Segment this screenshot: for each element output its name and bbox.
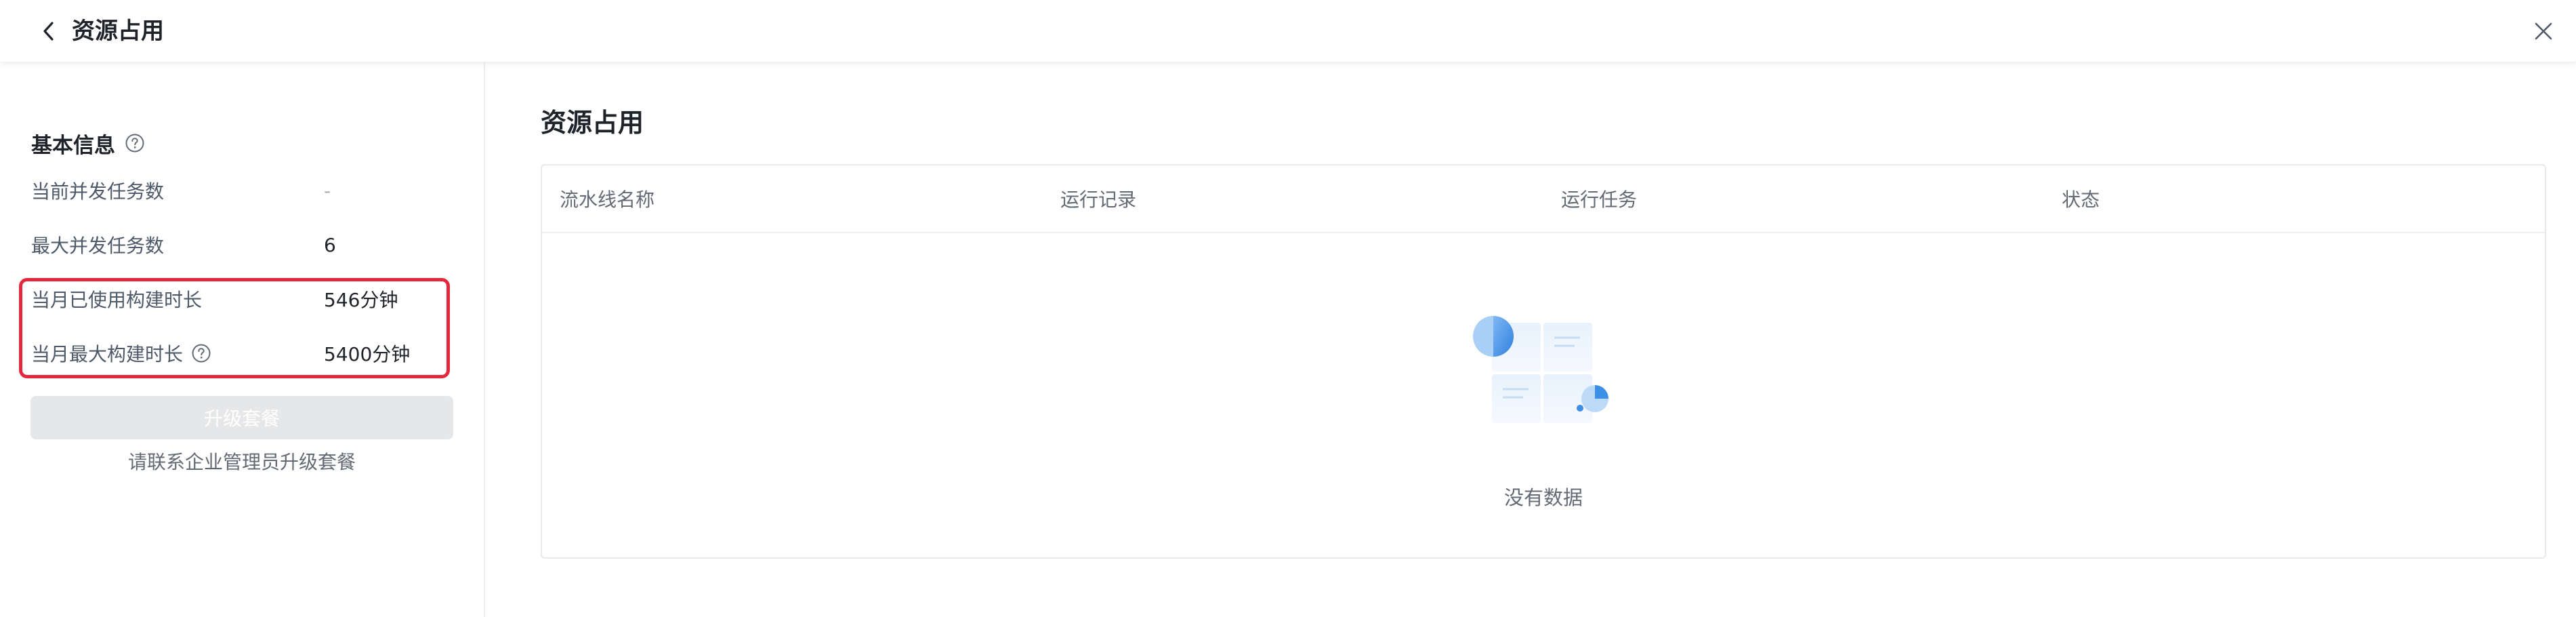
info-value: - <box>324 179 331 202</box>
highlight-box <box>19 278 450 378</box>
resource-table: 流水线名称 运行记录 运行任务 状态 没有数据 <box>541 164 2546 559</box>
close-button[interactable] <box>2530 18 2557 45</box>
empty-data-illustration <box>1473 316 1608 423</box>
page-header: 资源占用 <box>0 0 2576 62</box>
info-label: 当前并发任务数 <box>31 180 165 203</box>
main-title: 资源占用 <box>541 108 644 138</box>
info-row-max-concurrency: 最大并发任务数 6 <box>31 228 465 262</box>
column-header-run-records: 运行记录 <box>1060 188 1137 211</box>
header-title: 资源占用 <box>72 18 164 45</box>
upgrade-plan-button[interactable]: 升级套餐 <box>30 396 453 439</box>
info-label: 最大并发任务数 <box>31 235 165 257</box>
basic-info-panel: 基本信息 当前并发任务数 - 最大并发任务数 6 当月已使用构建时长 546分钟… <box>0 62 485 617</box>
info-row-current-concurrency: 当前并发任务数 - <box>31 174 465 207</box>
column-header-run-tasks: 运行任务 <box>1561 188 1638 211</box>
question-circle-icon[interactable] <box>125 133 145 153</box>
chevron-left-icon <box>43 22 54 41</box>
contact-admin-note: 请联系企业管理员升级套餐 <box>127 451 356 473</box>
column-header-status: 状态 <box>2062 188 2100 211</box>
column-header-pipeline-name: 流水线名称 <box>560 188 655 211</box>
empty-state-text: 没有数据 <box>1503 486 1583 509</box>
back-button[interactable] <box>35 18 62 45</box>
table-header: 流水线名称 运行记录 运行任务 状态 <box>542 165 2545 233</box>
basic-info-title: 基本信息 <box>31 133 115 158</box>
info-value: 6 <box>324 233 336 256</box>
basic-info-heading: 基本信息 <box>31 126 145 160</box>
close-icon <box>2535 22 2552 40</box>
